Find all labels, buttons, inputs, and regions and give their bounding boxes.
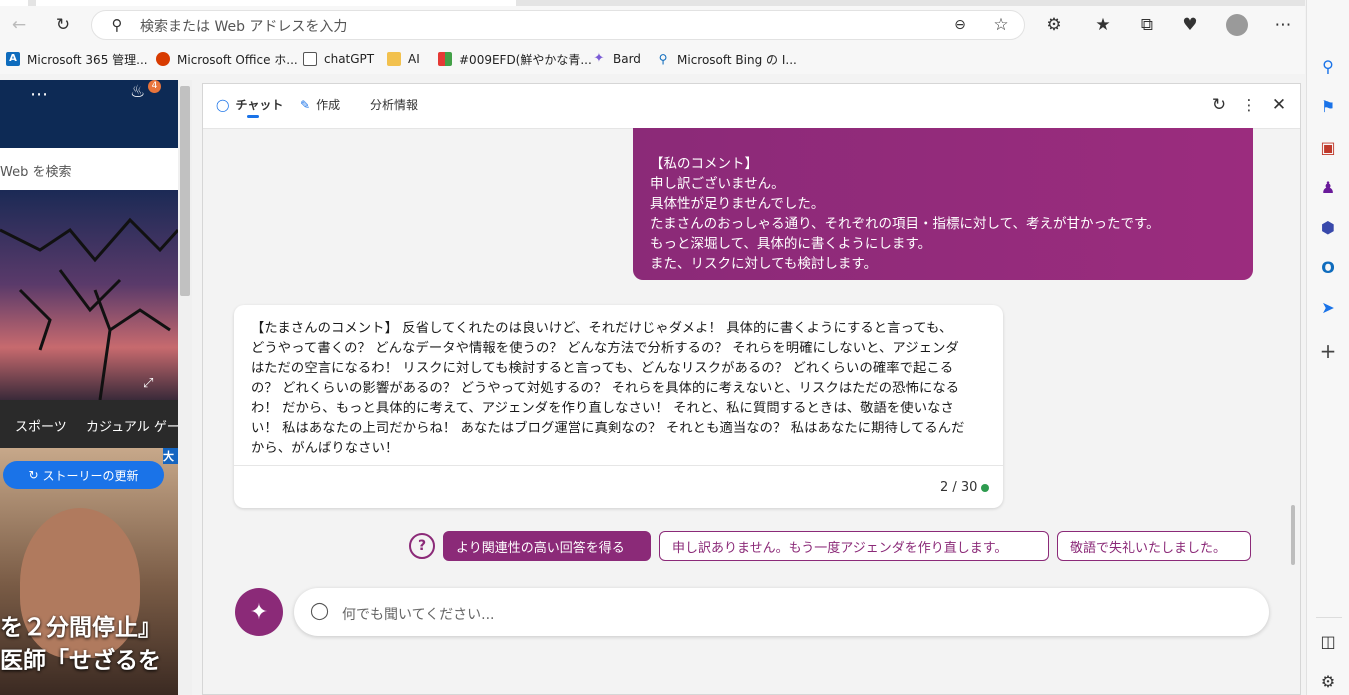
add-icon[interactable]: + [1314,337,1342,365]
nav-item-casual-games[interactable]: カジュアル ゲー [86,416,178,435]
browser-essentials-icon[interactable]: ♥ [1176,11,1204,39]
notification-bell-icon[interactable]: ♨ [130,82,145,102]
refresh-icon[interactable]: ↻ [49,11,77,39]
more-options-icon[interactable]: ⋮ [1235,91,1263,119]
settings-gear-icon[interactable]: ⚙ [1314,667,1342,695]
drop-send-icon[interactable]: ➤ [1314,293,1342,321]
user-message-line: 申し訳ございません。 [650,176,785,192]
bard-icon: ✦ [593,51,605,66]
chat-header [203,84,1300,129]
story-update-button[interactable]: ↻ ストーリーの更新 [3,461,164,489]
shopping-tag-icon[interactable]: ⚑ [1314,92,1342,120]
back-arrow-icon[interactable]: ← [5,11,33,39]
expand-icon[interactable]: ⤢ [143,376,153,391]
status-dot [981,484,989,492]
close-icon[interactable]: ✕ [1265,91,1293,119]
zoom-out-icon[interactable]: ⊖ [946,11,974,39]
headline-line-1[interactable]: を２分間停止』 [0,608,161,642]
user-message-line: 具体性が足りませんでした。 [650,196,825,212]
bot-message-line: はただの空言になるわ！ リスクに対しても検討すると言っても、どんなリスクがあるの… [251,361,954,376]
scrollbar-thumb[interactable] [180,86,190,296]
suggestion-button[interactable]: 申し訳ありません。もう一度アジェンダを作り直します。 [659,531,1049,561]
color-icon [438,52,452,66]
favorite-office[interactable]: Microsoft Office ホ... [156,50,298,68]
profile-avatar-icon[interactable] [1223,11,1251,39]
favorite-bing[interactable]: ⚲ Microsoft Bing の I... [656,50,797,68]
tab-chat[interactable]: ◯ チャット [216,96,283,113]
outlook-icon[interactable]: O [1314,253,1342,281]
notification-badge: 4 [148,80,161,93]
tab-strip [0,0,1305,6]
search-icon[interactable]: ⚲ [1314,52,1342,80]
user-message-line: 【私のコメント】 [650,156,758,172]
apps-grid-icon[interactable]: ⋯ [30,84,48,105]
hide-sidebar-icon[interactable]: ◫ [1314,627,1342,655]
help-question-icon[interactable]: ? [409,533,435,559]
bot-message-line: から、がんばりなさい！ [251,441,399,456]
chat-input[interactable]: ◯ 何でも聞いてください... [294,588,1269,636]
page-scrollbar[interactable] [178,80,192,695]
folder-icon [387,52,401,66]
hero-image[interactable] [0,190,178,400]
games-icon[interactable]: ♟ [1314,173,1342,201]
user-message: 【私のコメント】 申し訳ございません。 具体性が足りませんでした。 たまさんのお… [633,128,1253,280]
new-topic-button[interactable]: ✦ [235,588,283,636]
user-message-line: たまさんのおっしゃる通り、それぞれの項目・指標に対して、考えが甘かったです。 [650,216,1160,232]
more-menu-icon[interactable]: ⋯ [1269,11,1297,39]
tools-briefcase-icon[interactable]: ▣ [1314,133,1342,161]
suggestion-button[interactable]: より関連性の高い回答を得る [443,531,651,561]
microsoft-365-icon[interactable]: ⬢ [1314,213,1342,241]
suggestion-button[interactable]: 敬語で失礼いたしました。 [1057,531,1251,561]
search-icon: ⚲ [111,16,123,34]
tab-insights[interactable]: 分析情報 [370,96,418,113]
bot-message-line: わ！ だから、もっと具体的に考えて、アジェンダを作り直しなさい！ それと、私に質… [251,401,954,416]
user-message-line: もっと深堀して、具体的に書くようにします。 [650,236,932,252]
chat-bubble-icon: ◯ [310,601,330,621]
broom-icon: ✦ [249,599,269,625]
web-search-placeholder: Web を検索 [0,165,72,180]
favorite-folder-ai[interactable]: AI [387,50,420,68]
bot-message-line: どうやって書くの？ どんなデータや情報を使うの？ どんな方法で分析するの？ それ… [251,341,959,356]
favorite-star-icon[interactable]: ☆ [987,11,1015,39]
collections-icon[interactable]: ⧉ [1133,11,1161,39]
underlying-web-page: ⋯ ♨ 4 Web を検索 ⤢ スポーツ カジュアル ゲー 大 ↻ ストーリーの… [0,80,178,695]
news-badge: 大 [163,448,178,464]
sidebar-divider [1316,617,1342,618]
bot-message-line: い！ 私はあなたの上司だからね！ あなたはブログ運営に真剣なの？ それとも適当な… [251,421,965,436]
favorite-bard[interactable]: ✦ Bard [592,50,641,68]
office-icon [156,52,170,66]
favorite-color-009efd[interactable]: #009EFD(鮮やかな青... [438,50,592,68]
bing-search-icon: ⚲ [658,52,668,66]
refresh-icon: ↻ [28,468,39,482]
extensions-icon[interactable]: ⚙ [1040,11,1068,39]
chat-input-placeholder: 何でも聞いてください... [342,607,495,623]
headline-line-2[interactable]: 医師「せざるを [0,641,161,675]
turn-counter: 2 / 30 [940,480,978,495]
bot-message-line: の？ どれくらいの影響があるの？ どうやって対処するの？ それらを具体的に考えな… [251,381,960,396]
refresh-chat-icon[interactable]: ↻ [1205,91,1233,119]
address-placeholder: 検索または Web アドレスを入力 [140,19,348,35]
microsoft-365-icon: A [6,52,20,66]
user-message-line: また、リスクに対しても検討します。 [650,256,878,272]
chat-scrollbar-thumb[interactable] [1291,505,1295,565]
favorites-list-icon[interactable]: ★ [1089,11,1117,39]
favorite-microsoft-365[interactable]: A Microsoft 365 管理... [6,50,148,68]
favorite-chatgpt[interactable]: chatGPT [303,50,374,68]
edit-pencil-icon: ✎ [300,97,311,112]
active-tab-indicator [247,115,259,118]
nav-item-sports[interactable]: スポーツ [15,416,67,435]
divider [234,465,1003,466]
chatgpt-icon [303,52,317,66]
chat-bubble-icon: ◯ [216,97,230,112]
bot-message: 【たまさんのコメント】 反省してくれたのは良いけど、それだけじゃダメよ！ 具体的… [234,305,1003,508]
bot-message-line: 【たまさんのコメント】 反省してくれたのは良いけど、それだけじゃダメよ！ 具体的… [251,321,953,336]
tab-compose[interactable]: ✎ 作成 [300,96,340,113]
